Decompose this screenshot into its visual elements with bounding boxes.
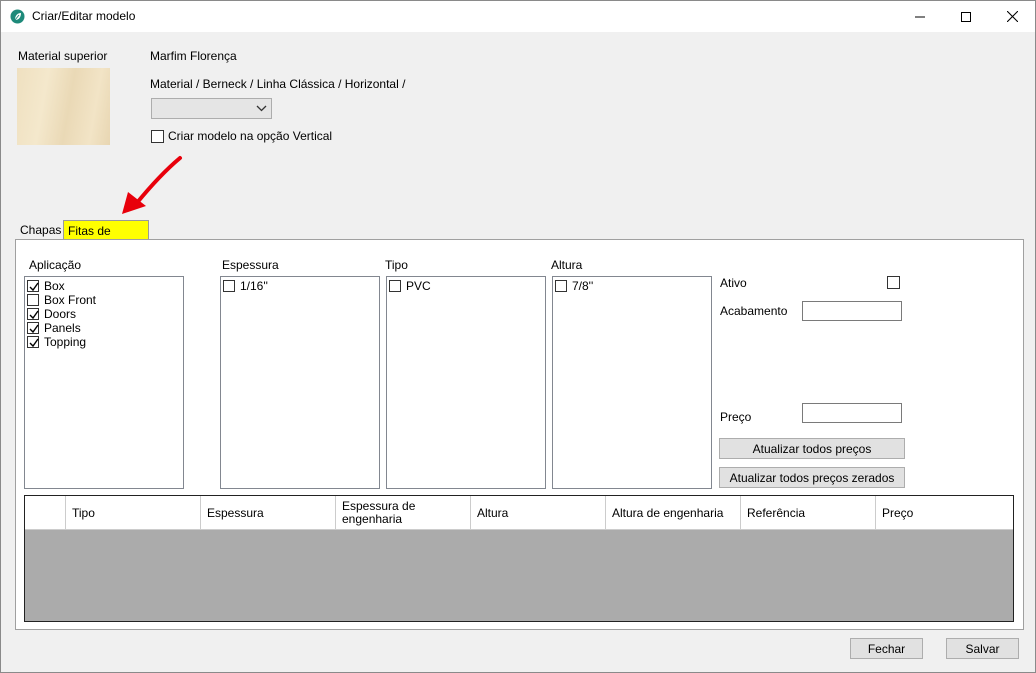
checkbox[interactable] bbox=[555, 280, 567, 292]
checkbox[interactable] bbox=[27, 322, 39, 334]
grid-header: Tipo Espessura Espessura de engenharia A… bbox=[25, 496, 1013, 530]
preco-input[interactable] bbox=[802, 403, 902, 423]
checkmark-icon bbox=[29, 282, 39, 292]
column-label: Preço bbox=[882, 505, 914, 520]
aplicacao-label: Aplicação bbox=[29, 258, 82, 272]
list-item-label: Box bbox=[44, 279, 65, 293]
save-label: Salvar bbox=[965, 641, 1000, 656]
checkbox[interactable] bbox=[27, 280, 39, 292]
grid-column-header[interactable]: Referência bbox=[741, 496, 876, 530]
altura-list[interactable]: 7/8'' bbox=[552, 276, 712, 489]
close-button[interactable] bbox=[989, 1, 1035, 32]
column-label: Espessura de engenharia bbox=[342, 499, 416, 526]
checkbox[interactable] bbox=[223, 280, 235, 292]
material-swatch bbox=[17, 68, 110, 145]
list-item-label: Panels bbox=[44, 321, 81, 335]
material-path: Material / Berneck / Linha Clássica / Ho… bbox=[150, 77, 406, 91]
preco-label: Preço bbox=[720, 410, 752, 424]
tab-fitas-de-bordas[interactable]: Fitas de bordas bbox=[63, 220, 149, 252]
grid-row-header-corner bbox=[25, 496, 66, 530]
maximize-button[interactable] bbox=[943, 1, 989, 32]
grid-column-header[interactable]: Espessura de engenharia bbox=[336, 496, 471, 530]
chevron-down-icon bbox=[256, 105, 267, 112]
grid-column-header[interactable]: Tipo bbox=[66, 496, 201, 530]
minimize-icon bbox=[915, 16, 925, 17]
ativo-checkbox[interactable] bbox=[887, 276, 900, 290]
list-item-label: Box Front bbox=[44, 293, 97, 307]
column-label: Altura bbox=[477, 505, 509, 520]
maximize-icon bbox=[961, 11, 971, 22]
save-button[interactable]: Salvar bbox=[946, 638, 1019, 659]
update-zeroed-prices-label: Atualizar todos preços zerados bbox=[729, 470, 895, 485]
vertical-checkbox-label: Criar modelo na opção Vertical bbox=[168, 129, 333, 143]
checkbox[interactable] bbox=[27, 294, 39, 306]
grid-column-header[interactable]: Espessura bbox=[201, 496, 336, 530]
grid-column-header[interactable]: Altura de engenharia bbox=[606, 496, 741, 530]
acabamento-label: Acabamento bbox=[720, 304, 788, 318]
espessura-label: Espessura bbox=[222, 258, 279, 272]
checkbox[interactable] bbox=[389, 280, 401, 292]
checkmark-icon bbox=[29, 338, 39, 348]
checkmark-icon bbox=[29, 310, 39, 320]
column-label: Tipo bbox=[72, 505, 95, 520]
tab-chapas[interactable]: Chapas bbox=[16, 220, 62, 240]
update-zeroed-prices-button[interactable]: Atualizar todos preços zerados bbox=[719, 467, 905, 488]
column-label: Referência bbox=[747, 505, 806, 520]
tab-chapas-label: Chapas bbox=[20, 223, 62, 237]
window-title: Criar/Editar modelo bbox=[32, 9, 136, 23]
checkbox[interactable] bbox=[27, 336, 39, 348]
update-all-prices-button[interactable]: Atualizar todos preços bbox=[719, 438, 905, 459]
list-item-label: PVC bbox=[406, 279, 431, 293]
grid-column-header[interactable]: Preço bbox=[876, 496, 1013, 530]
column-label: Altura de engenharia bbox=[612, 505, 724, 520]
list-item[interactable]: Topping bbox=[27, 335, 86, 349]
list-item-label: Doors bbox=[44, 307, 77, 321]
title-bar[interactable]: Criar/Editar modelo bbox=[1, 1, 1035, 32]
list-item[interactable]: PVC bbox=[389, 279, 431, 293]
vertical-option[interactable]: Criar modelo na opção Vertical bbox=[151, 129, 332, 143]
list-item[interactable]: Box Front bbox=[27, 293, 96, 307]
acabamento-input[interactable] bbox=[802, 301, 902, 321]
ativo-label: Ativo bbox=[720, 276, 747, 290]
update-all-prices-label: Atualizar todos preços bbox=[752, 441, 872, 456]
list-item[interactable]: 1/16'' bbox=[223, 279, 268, 293]
orientation-combo[interactable] bbox=[151, 98, 272, 119]
list-item-label: 7/8'' bbox=[572, 279, 594, 293]
list-item-label: 1/16'' bbox=[240, 279, 268, 293]
minimize-button[interactable] bbox=[897, 1, 943, 32]
aplicacao-list[interactable]: Box Box Front Doors Panels Topping bbox=[24, 276, 184, 489]
prices-grid[interactable]: Tipo Espessura Espessura de engenharia A… bbox=[24, 495, 1014, 622]
checkbox[interactable] bbox=[27, 308, 39, 320]
vertical-checkbox[interactable] bbox=[151, 129, 164, 143]
app-leaf-icon bbox=[10, 9, 25, 24]
list-item-label: Topping bbox=[44, 335, 87, 349]
close-dialog-label: Fechar bbox=[867, 641, 906, 656]
checkmark-icon bbox=[29, 324, 39, 334]
tipo-list[interactable]: PVC bbox=[386, 276, 546, 489]
list-item[interactable]: Doors bbox=[27, 307, 76, 321]
list-item[interactable]: Box bbox=[27, 279, 65, 293]
espessura-list[interactable]: 1/16'' bbox=[220, 276, 380, 489]
grid-column-header[interactable]: Altura bbox=[471, 496, 606, 530]
altura-label: Altura bbox=[551, 258, 583, 272]
material-name: Marfim Florença bbox=[150, 49, 237, 63]
close-icon bbox=[1006, 11, 1018, 22]
tipo-label: Tipo bbox=[385, 258, 408, 272]
column-label: Espessura bbox=[207, 505, 264, 520]
list-item[interactable]: Panels bbox=[27, 321, 81, 335]
red-arrow-icon bbox=[122, 156, 182, 214]
material-superior-label: Material superior bbox=[18, 49, 108, 63]
dialog-window: Criar/Editar modelo Material superior Ma… bbox=[0, 0, 1036, 673]
close-dialog-button[interactable]: Fechar bbox=[850, 638, 923, 659]
list-item[interactable]: 7/8'' bbox=[555, 279, 593, 293]
